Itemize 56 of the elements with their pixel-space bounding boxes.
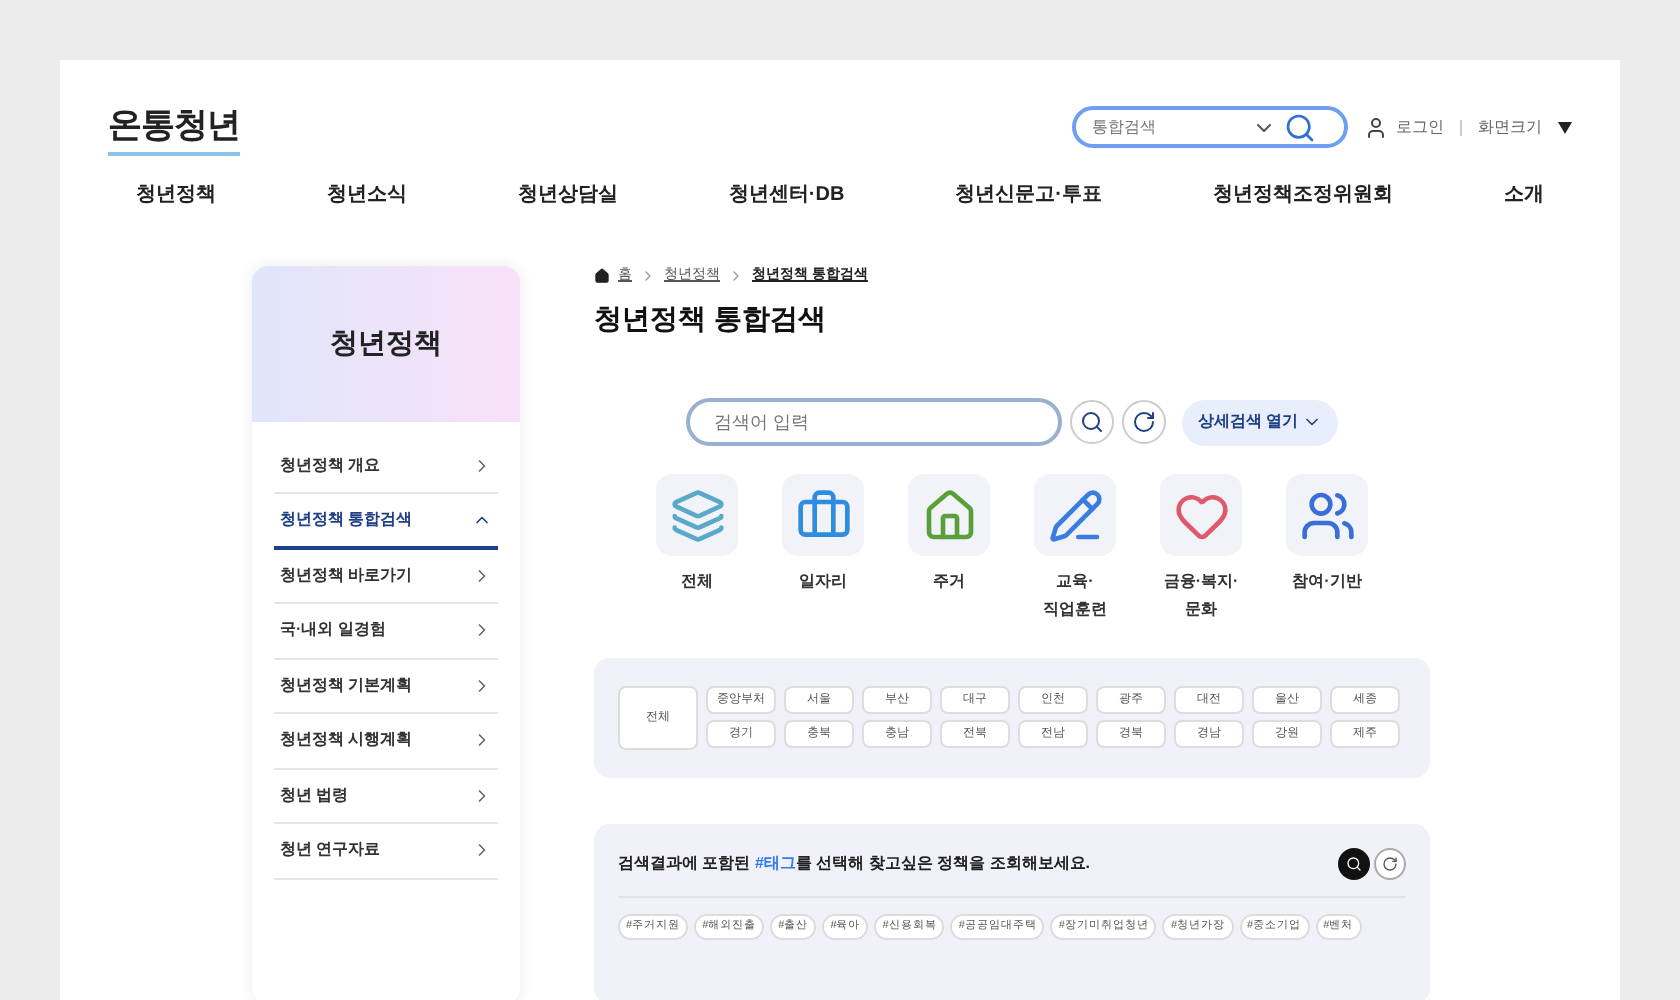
tag-reset-button[interactable] [1374,848,1406,880]
nav-item[interactable]: 청년정책조정위원회 [1212,179,1393,209]
search-icon [1079,410,1104,434]
people-icon [1299,487,1355,543]
tag-search-button[interactable] [1338,848,1370,880]
sidebar-item[interactable]: 청년 연구자료 [274,824,498,879]
nav-item[interactable]: 청년센터·DB [728,179,845,209]
sidebar-item[interactable]: 청년 법령 [274,769,498,824]
category-label: 교육· 직업훈련 [1043,570,1107,622]
sidebar-title: 청년정책 [330,324,442,362]
pencil-icon [1047,487,1103,543]
nav-item[interactable]: 청년소식 [326,179,407,209]
chevron-right-icon [640,267,656,284]
sidebar-item[interactable]: 청년정책 개요 [274,439,498,494]
sidebar-item[interactable]: 청년정책 통합검색 [274,494,498,549]
category-label: 전체 [681,570,713,594]
nav-item[interactable]: 청년정책 [136,179,216,209]
search-field[interactable]: 통합검색 [1092,115,1252,140]
category-button[interactable] [1034,474,1116,556]
sidebar-item[interactable]: 청년정책 기본계획 [274,659,498,714]
screen-size-menu[interactable]: 화면크기 [1478,115,1542,140]
house-icon [921,487,977,543]
reset-icon [1382,856,1398,872]
category-label: 일자리 [799,570,847,594]
sidebar-item[interactable]: 국·내외 일경험 [274,604,498,659]
category-label: 금융·복지· 문화 [1163,570,1239,622]
home-icon[interactable] [594,267,610,284]
category-button[interactable] [1160,474,1242,556]
sidebar-item[interactable]: 청년정책 시행계획 [274,714,498,769]
logo[interactable]: 온통청년 [108,100,241,155]
category-label: 참여·기반 [1292,570,1362,594]
category-label: 주거 [933,570,965,594]
page-title: 청년정책 통합검색 [594,300,828,338]
login-link[interactable]: 로그인 [1396,115,1444,140]
category-button[interactable] [656,474,738,556]
caret-icon[interactable] [1558,121,1572,134]
layers-icon [669,487,725,543]
sidebar-item[interactable]: 청년정책 바로가기 [274,549,498,604]
user-icon [1364,115,1388,140]
briefcase-icon [795,487,851,543]
chevron-right-icon [728,267,744,284]
category-button[interactable] [782,474,864,556]
tag-instruction: 검색결과에 포함된 #태그를 선택해 찾고싶은 정책을 조회해보세요. [618,852,1091,876]
nav-item[interactable]: 청년상담실 [517,179,618,209]
reset-icon [1131,410,1156,434]
search-icon [1346,856,1362,872]
search-field[interactable]: 검색어 입력 [685,398,1062,446]
search-icon[interactable] [1284,111,1316,144]
advanced-search-button[interactable]: 상세검색 열기 [1181,399,1339,445]
category-button[interactable] [908,474,990,556]
category-button[interactable] [1286,474,1368,556]
reset-button[interactable] [1121,400,1166,444]
search-button[interactable] [1069,400,1114,444]
nav-item[interactable]: 청년신문고·투표 [955,179,1102,209]
search-box[interactable]: 통합검색 [1072,106,1348,149]
nav-item[interactable]: 소개 [1503,179,1544,209]
